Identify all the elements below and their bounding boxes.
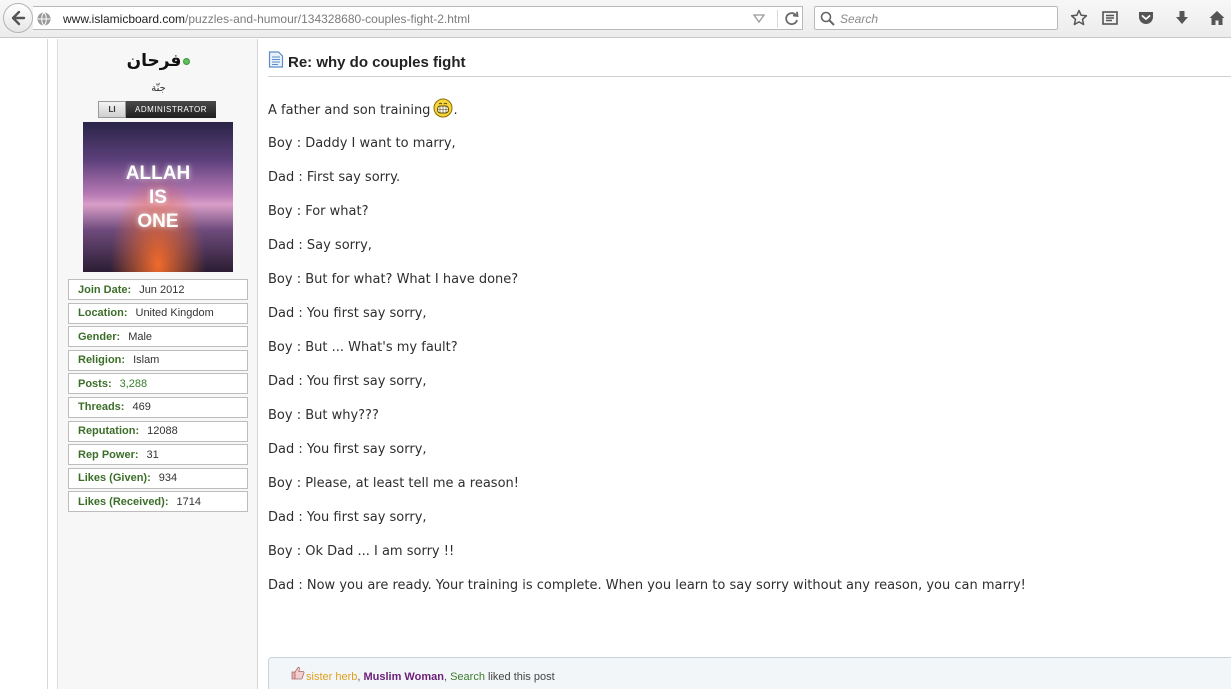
user-stats: Join Date: Jun 2012 Location: United Kin… [68,279,248,515]
stat-likes-given: Likes (Given): 934 [68,467,248,489]
liker-link[interactable]: sister herb [306,671,357,683]
browser-toolbar: www.islamicboard.com/puzzles-and-humour/… [0,0,1231,38]
back-arrow-icon [11,10,26,26]
stat-value: 12088 [147,425,178,438]
rank-badge: LI ADMINISTRATOR [98,101,216,118]
stat-threads: Threads: 469 [68,396,248,418]
chevron-down-icon[interactable] [753,14,765,24]
post-line: Dad : You first say sorry, [268,374,427,389]
stat-label: Location: [78,307,128,320]
post-line: Dad : Say sorry, [268,238,372,253]
post-intro-line: A father and son training . [268,98,1228,132]
stat-label: Join Date: [78,283,132,296]
stat-value: 31 [146,448,159,461]
stat-reputation: Reputation: 12088 [68,420,248,442]
stat-posts: Posts: 3,288 [68,373,248,395]
stat-label: Gender: [78,330,121,343]
reload-icon[interactable] [783,10,801,28]
likes-suffix: liked this post [484,671,555,683]
stat-join-date: Join Date: Jun 2012 [68,279,248,300]
stat-label: Threads: [78,401,125,414]
stat-value: Male [128,330,153,343]
post-line: Boy : Ok Dad ... I am sorry !! [268,544,455,559]
post-line: Boy : But ... What's my fault? [268,340,458,355]
stat-location: Location: United Kingdom [68,302,248,324]
stat-value: 469 [132,401,151,414]
post-line: Boy : For what? [268,204,369,219]
post-body: A father and son training . Boy : Daddy … [268,98,1228,608]
stat-value: 1714 [176,495,201,508]
likes-box: sister herb, Muslim Woman, Search liked … [268,657,1231,689]
url-bar[interactable]: www.islamicboard.com/puzzles-and-humour/… [33,6,803,30]
posts-count-link[interactable]: 3,288 [120,378,148,390]
post-line: Dad : You first say sorry, [268,510,427,525]
stat-label: Rep Power: [78,448,139,461]
post-line: Dad : Now you are ready. Your training i… [268,578,1026,593]
post-line: Dad : You first say sorry, [268,306,427,321]
url-path: /puzzles-and-humour/134328680-couples-fi… [185,12,470,26]
grin-smiley-icon [433,98,453,118]
stat-value: United Kingdom [135,307,214,320]
post-divider [268,76,1231,77]
url-separator [777,10,778,28]
post-line: Dad : You first say sorry, [268,442,427,457]
avatar-line: ONE [137,211,179,232]
username[interactable]: فرحان [58,51,259,71]
search-icon [820,11,835,26]
post-line: Dad : First say sorry. [268,170,401,185]
post-line: Boy : But for what? What I have done? [268,272,519,287]
stat-gender: Gender: Male [68,326,248,348]
online-status-icon [183,57,191,65]
post-line: Boy : But why??? [268,408,379,423]
stat-label: Posts: [78,377,112,390]
post-intro-end: . [453,103,458,118]
stat-religion: Religion: Islam [68,349,248,371]
username-text[interactable]: فرحان [127,51,182,71]
search-bar[interactable]: Search [814,6,1058,30]
reading-list-icon[interactable] [1101,9,1119,27]
stat-label: Reputation: [78,425,140,438]
back-button[interactable] [3,3,33,33]
download-icon[interactable] [1173,9,1191,27]
bookmark-star-icon[interactable] [1070,9,1088,27]
stat-label: Likes (Received): [78,495,169,508]
globe-icon [37,12,51,26]
url-host: www.islamicboard.com [63,12,186,26]
avatar-caption: ALLAH IS ONE [83,162,233,234]
post-line: Boy : Daddy I want to marry, [268,136,456,151]
url-text[interactable]: www.islamicboard.com/puzzles-and-humour/… [63,12,470,26]
post-title: Re: why do couples fight [288,54,466,71]
page-edge [47,39,48,689]
stat-rep-power: Rep Power: 31 [68,444,248,466]
rank-label: ADMINISTRATOR [126,101,216,118]
post-line: Boy : Please, at least tell me a reason! [268,476,519,491]
home-icon[interactable] [1208,9,1226,27]
stat-value: Islam [133,354,160,367]
user-title: جنّة [151,83,166,94]
avatar-line: IS [149,187,167,208]
avatar-line: ALLAH [125,163,191,184]
rank-prefix: LI [98,101,126,118]
liker-link[interactable]: Search [450,671,485,683]
post-document-icon [268,51,284,68]
stat-label: Religion: [78,354,126,367]
user-sidebar: فرحان جنّة LI ADMINISTRATOR ALLAH IS ONE… [57,39,258,689]
likes-text: sister herb, Muslim Woman, Search liked … [289,671,555,683]
post-intro-text: A father and son training [268,103,431,118]
search-placeholder: Search [840,12,879,26]
avatar[interactable]: ALLAH IS ONE [83,122,233,272]
pocket-icon[interactable] [1137,9,1155,27]
stat-value: Jun 2012 [139,283,185,296]
stat-value: 934 [158,472,178,485]
stat-label: Likes (Given): [78,472,151,485]
liker-link[interactable]: Muslim Woman [363,671,443,683]
stat-likes-received: Likes (Received): 1714 [68,491,248,513]
